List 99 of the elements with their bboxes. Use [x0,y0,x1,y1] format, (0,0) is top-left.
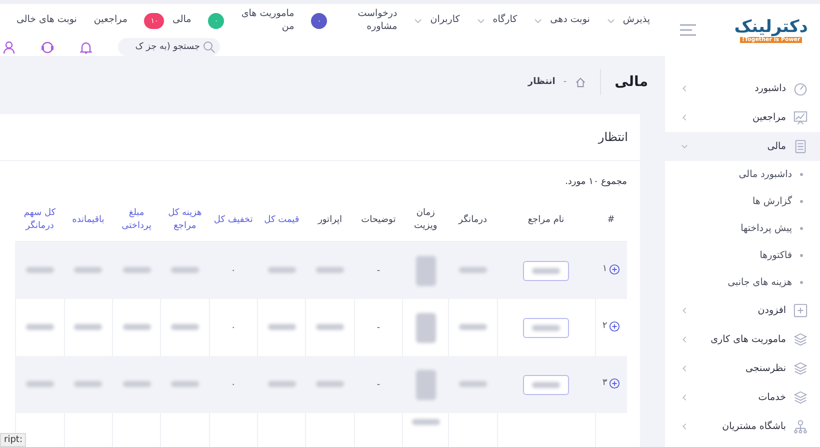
nav-link[interactable]: ماموریت های من [232,8,294,33]
sidebar-item[interactable]: مالی [665,132,820,161]
blurred-text [170,324,199,330]
table-cell: - [354,242,403,299]
blurred-text [532,382,560,388]
page-title: مالی [614,74,648,90]
bullet-icon [800,281,803,284]
blurred-text [268,267,296,274]
breadcrumb-item: انتظار [528,77,556,87]
document-stack-icon [793,139,808,154]
blurred-text [416,312,436,342]
chevron-left-icon [681,365,688,372]
blurred-text [74,324,102,330]
nav-link[interactable]: کارگاه [492,14,518,27]
submenu-item[interactable]: پیش پرداختها [740,223,792,234]
blurred-text [532,324,560,330]
blurred-text [458,381,487,388]
nav-link[interactable]: کاربران [430,14,460,27]
blurred-text [74,267,102,274]
nav-link[interactable]: مراجعین [94,14,128,27]
blurred-text [416,256,436,286]
layers-icon [793,332,808,347]
chevron-down-icon [606,18,615,24]
blurred-text [268,324,296,330]
search-field[interactable]: جستجو (به جز ک [118,38,220,56]
blurred-text [316,324,344,330]
table-cell: ٠ [209,242,258,299]
bullet-icon [800,173,803,176]
sidebar-item[interactable]: مراجعین [665,103,820,132]
chevron-down-icon [476,18,485,24]
chart-board-icon [793,110,808,125]
blurred-text [170,381,199,388]
blurred-text [316,267,344,274]
row-number: ۲ [602,321,608,331]
chevron-left-icon [681,85,688,92]
blurred-text [122,324,151,330]
row-number: ۱ [602,264,608,274]
bullet-icon [800,200,803,203]
blurred-text [122,381,151,388]
user-icon[interactable] [3,40,15,54]
submenu-item[interactable]: گزارش ها [752,196,792,207]
row-number: ۳ [602,378,608,388]
sidebar-item[interactable]: خدمات [665,383,820,412]
card-title: انتظار [598,130,628,144]
breadcrumb-separator: - [563,77,567,87]
table-cell: ٠ [209,356,258,413]
chevron-left-icon [681,423,688,430]
nav-link[interactable]: نوبت دهی [550,14,590,27]
submenu-item[interactable]: هزینه های جانبی [728,277,792,288]
gauge-icon [793,81,808,96]
blurred-text [416,370,436,400]
sidebar-item[interactable]: افزودن [665,296,820,325]
summary-text: مجموع ۱۰ مورد. [564,177,627,187]
blurred-text [26,324,54,330]
status-bar-text: ript: [0,433,26,447]
sidebar-item[interactable]: نظرسنجی [665,354,820,383]
chevron-down-icon [414,18,422,24]
nav-link[interactable]: پذیرش [622,14,650,27]
plus-square-icon [793,303,808,318]
blurred-text [74,381,102,388]
chevron-left-icon [681,336,688,343]
sidebar-item[interactable]: باشگاه مشتریان [665,412,820,441]
blurred-text [316,381,344,388]
bullet-icon [800,227,803,230]
nav-link[interactable]: مالی [172,14,192,27]
expand-plus-icon[interactable] [609,320,620,332]
chevron-left-icon [681,394,688,401]
nav-link[interactable]: نوبت های خالی [16,14,77,27]
bullet-icon [800,254,803,257]
nav-link[interactable]: درخواست مشاوره [335,8,398,33]
sidebar-item[interactable]: داشبورد [665,74,820,103]
blurred-text [268,381,296,388]
submenu-item[interactable]: فاکتورها [760,250,792,261]
chevron-down-icon [681,143,688,150]
menu-icon[interactable] [679,24,697,36]
search-icon [203,41,215,53]
logo-text: دکترلینک [734,16,808,37]
sidebar-item[interactable]: ماموریت های کاری [665,325,820,354]
chevron-left-icon [681,307,688,314]
chevron-down-icon [534,18,542,24]
expand-plus-icon[interactable] [609,264,620,274]
layers-icon [793,390,808,405]
submenu-item[interactable]: داشبورد مالی [738,169,792,180]
blurred-text [26,381,54,388]
layers-icon [793,361,808,376]
home-icon[interactable] [574,76,586,88]
blurred-text [532,268,560,274]
blurred-text [170,267,199,274]
chevron-left-icon [681,114,688,121]
blurred-text [458,324,487,330]
bell-icon[interactable] [80,40,92,54]
blurred-text [26,267,54,274]
headset-icon[interactable] [41,40,54,54]
expand-plus-icon[interactable] [609,378,620,388]
blurred-text [458,267,487,274]
blurred-text [122,267,151,274]
people-network-icon [793,419,808,434]
blurred-text [412,418,440,425]
table-cell: - [354,356,403,413]
